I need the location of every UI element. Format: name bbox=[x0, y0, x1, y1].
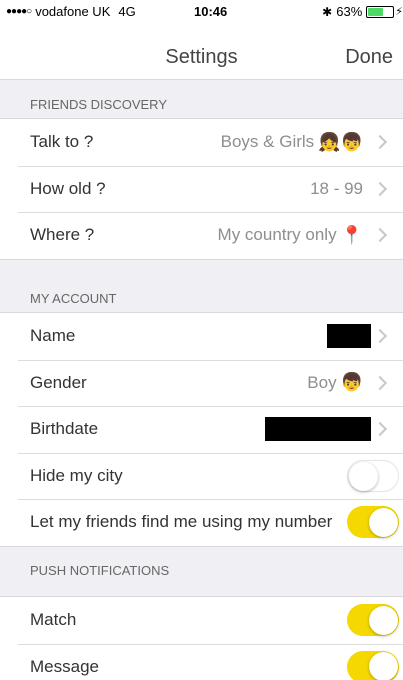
hide-city-label: Hide my city bbox=[30, 465, 123, 485]
where-label: Where ? bbox=[30, 225, 95, 245]
status-bar: ●●●●○ vodafone UK 4G 10:46 ✱ 63% ⚡ bbox=[0, 0, 403, 22]
match-row: Match bbox=[0, 597, 403, 644]
hide-city-toggle[interactable] bbox=[347, 459, 399, 492]
message-label: Message bbox=[30, 656, 99, 676]
nav-bar: Settings Done bbox=[0, 22, 403, 80]
signal-strength-icon: ●●●●○ bbox=[6, 6, 32, 17]
section-header-my-account: MY ACCOUNT bbox=[30, 291, 117, 306]
toggle-knob bbox=[369, 507, 398, 537]
match-label: Match bbox=[30, 610, 77, 630]
chevron-right-icon bbox=[372, 228, 388, 243]
battery-percent: 63% bbox=[336, 4, 363, 19]
section-header-push-notifications: PUSH NOTIFICATIONS bbox=[30, 563, 170, 578]
chevron-right-icon bbox=[372, 422, 388, 437]
status-time: 10:46 bbox=[194, 4, 228, 19]
gender-label: Gender bbox=[30, 372, 87, 392]
redacted-name bbox=[327, 324, 371, 349]
battery-icon bbox=[366, 5, 395, 18]
talk-to-row[interactable]: Talk to ? Boys & Girls 👧👦 bbox=[0, 119, 403, 166]
gender-row[interactable]: Gender Boy 👦 bbox=[0, 359, 403, 407]
page-title: Settings bbox=[165, 46, 238, 68]
find-by-number-label: Let my friends find me using my number bbox=[30, 512, 333, 532]
chevron-right-icon bbox=[372, 135, 388, 150]
where-value: My country only 📍 bbox=[218, 225, 363, 246]
birthdate-label: Birthdate bbox=[30, 419, 99, 439]
how-old-row[interactable]: How old ? 18 - 99 bbox=[0, 165, 403, 213]
my-account-group: Name Gender Boy 👦 Birthdate Hide my city… bbox=[0, 312, 403, 547]
boy-girl-emoji-icon: 👧👦 bbox=[318, 131, 363, 152]
match-toggle[interactable] bbox=[347, 604, 399, 637]
talk-to-value-text: Boys & Girls bbox=[220, 132, 315, 152]
birthdate-row[interactable]: Birthdate bbox=[0, 406, 403, 453]
map-pin-icon: 📍 bbox=[340, 224, 363, 245]
section-header-friends-discovery: FRIENDS DISCOVERY bbox=[30, 97, 168, 112]
toggle-knob bbox=[369, 652, 398, 680]
how-old-label: How old ? bbox=[30, 178, 106, 198]
hide-city-row: Hide my city bbox=[0, 452, 403, 500]
how-old-value: 18 - 99 bbox=[310, 178, 363, 198]
redacted-birthdate bbox=[265, 417, 371, 442]
where-row[interactable]: Where ? My country only 📍 bbox=[0, 212, 403, 259]
charging-icon: ⚡ bbox=[395, 6, 403, 18]
name-label: Name bbox=[30, 326, 76, 346]
chevron-right-icon bbox=[372, 375, 388, 390]
toggle-knob bbox=[349, 461, 378, 491]
gender-value-text: Boy bbox=[307, 372, 337, 392]
chevron-right-icon bbox=[372, 181, 388, 196]
message-row: Message bbox=[0, 643, 403, 680]
talk-to-value: Boys & Girls 👧👦 bbox=[221, 132, 363, 153]
done-button[interactable]: Done bbox=[345, 46, 393, 69]
chevron-right-icon bbox=[372, 329, 388, 344]
toggle-knob bbox=[369, 605, 398, 635]
talk-to-label: Talk to ? bbox=[30, 132, 94, 152]
carrier-name: vodafone UK bbox=[35, 4, 111, 19]
push-notifications-group: Match Message bbox=[0, 596, 403, 680]
find-by-number-toggle[interactable] bbox=[347, 506, 399, 539]
boy-emoji-icon: 👦 bbox=[340, 372, 363, 393]
network-type: 4G bbox=[118, 4, 136, 19]
gender-value: Boy 👦 bbox=[307, 372, 363, 393]
friends-discovery-group: Talk to ? Boys & Girls 👧👦 How old ? 18 -… bbox=[0, 118, 403, 260]
where-value-text: My country only bbox=[217, 225, 337, 245]
bluetooth-icon: ✱ bbox=[322, 4, 333, 19]
find-by-number-row: Let my friends find me using my number bbox=[0, 499, 403, 546]
message-toggle[interactable] bbox=[347, 650, 399, 680]
name-row[interactable]: Name bbox=[0, 313, 403, 360]
battery-level bbox=[368, 7, 384, 16]
